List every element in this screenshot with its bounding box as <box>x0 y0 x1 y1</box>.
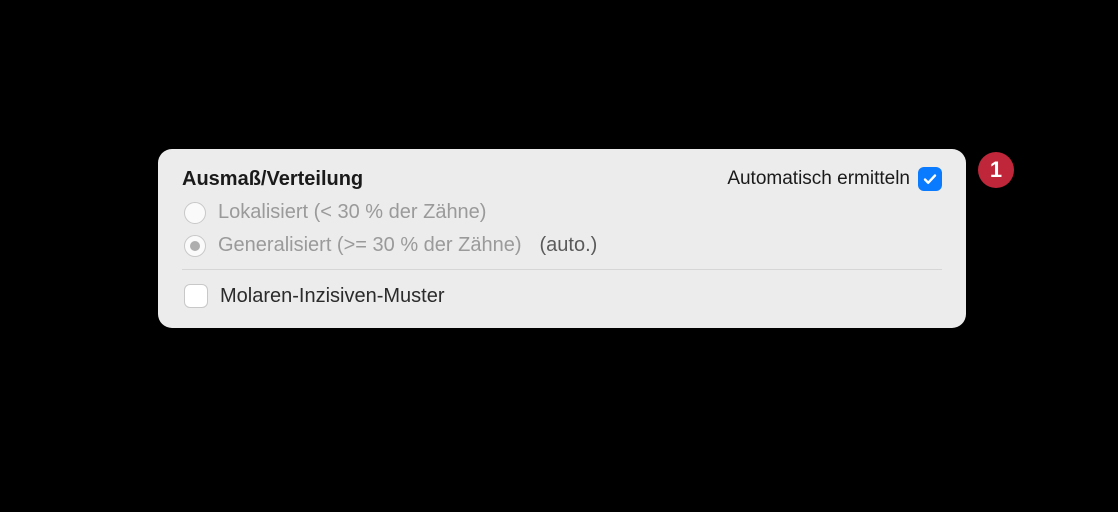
auto-detect-label: Automatisch ermitteln <box>727 168 910 190</box>
extent-distribution-panel: Ausmaß/Verteilung Automatisch ermitteln … <box>158 149 966 328</box>
radio-localized-label: Lokalisiert (< 30 % der Zähne) <box>218 201 486 224</box>
auto-suffix: (auto.) <box>540 234 598 257</box>
panel-header: Ausmaß/Verteilung Automatisch ermitteln <box>182 167 942 191</box>
radio-localized[interactable] <box>184 202 206 224</box>
radio-dot-icon <box>190 241 200 251</box>
divider <box>182 269 942 270</box>
radio-row-localized: Lokalisiert (< 30 % der Zähne) <box>182 201 942 224</box>
badge-number: 1 <box>990 157 1002 183</box>
auto-detect-checkbox[interactable] <box>918 167 942 191</box>
molar-incisor-checkbox[interactable] <box>184 284 208 308</box>
panel-title: Ausmaß/Verteilung <box>182 168 363 191</box>
radio-row-generalized: Generalisiert (>= 30 % der Zähne) (auto.… <box>182 234 942 257</box>
molar-incisor-row: Molaren-Inzisiven-Muster <box>182 284 942 308</box>
radio-generalized[interactable] <box>184 235 206 257</box>
checkmark-icon <box>922 171 938 187</box>
auto-detect-group: Automatisch ermitteln <box>727 167 942 191</box>
molar-incisor-label: Molaren-Inzisiven-Muster <box>220 285 445 308</box>
radio-generalized-label: Generalisiert (>= 30 % der Zähne) <box>218 234 522 257</box>
annotation-badge: 1 <box>978 152 1014 188</box>
